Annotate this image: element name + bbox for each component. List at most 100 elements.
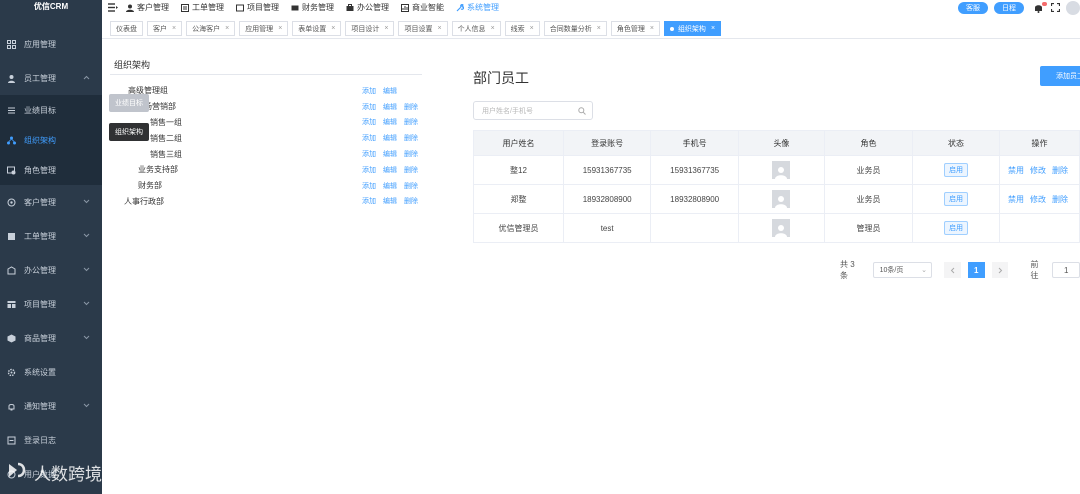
delete-link[interactable]: 删除 — [404, 181, 418, 191]
delete-link[interactable]: 删除 — [404, 117, 418, 127]
edit-link[interactable]: 编辑 — [383, 149, 397, 159]
sidebar-item-customer[interactable]: 客户管理 — [0, 185, 102, 219]
edit-link[interactable]: 编辑 — [383, 133, 397, 143]
close-icon[interactable]: × — [530, 25, 534, 32]
close-icon[interactable]: × — [597, 25, 601, 32]
tree-node[interactable]: 人事行政部 添加 编辑 删除 — [110, 194, 422, 210]
edit-link[interactable]: 修改 — [1030, 166, 1046, 175]
sidebar-subitem-org[interactable]: 组织架构 — [0, 125, 102, 155]
topnav-finance[interactable]: 财务管理 — [291, 2, 334, 13]
sidebar-subitem-target[interactable]: 业绩目标 — [0, 95, 102, 125]
close-icon[interactable]: × — [491, 25, 495, 32]
sidebar-item-settings[interactable]: 系统设置 — [0, 355, 102, 389]
tree-node[interactable]: ▼ 市场营销部 添加编辑删除 — [110, 99, 422, 115]
sidebar-item-login-log[interactable]: 登录日志 — [0, 423, 102, 457]
bell-icon[interactable] — [1034, 1, 1047, 13]
add-link[interactable]: 添加 — [362, 86, 376, 96]
tree-node[interactable]: 销售一组 添加 编辑 删除 — [110, 115, 422, 131]
edit-link[interactable]: 编辑 — [383, 196, 397, 206]
tree-node[interactable]: 销售二组 添加 编辑 删除 — [110, 130, 422, 146]
avatar[interactable] — [1066, 0, 1080, 15]
close-icon[interactable]: × — [384, 25, 388, 32]
edit-link[interactable]: 编辑 — [383, 86, 397, 96]
tag-contract-analysis[interactable]: 合同数量分析 × — [543, 21, 607, 36]
sidebar-item-apps[interactable]: 应用管理 — [0, 27, 102, 61]
tree-node[interactable]: 销售三组 添加 编辑 删除 — [110, 146, 422, 162]
tag-project-design[interactable]: 项目设计 × — [345, 21, 395, 36]
schedule-button[interactable]: 日程 — [994, 1, 1024, 14]
user-icon — [6, 73, 16, 83]
delete-link[interactable]: 删除 — [404, 196, 418, 206]
sidebar-item-staff[interactable]: 员工管理 — [0, 61, 102, 95]
page-number-current[interactable]: 1 — [967, 262, 985, 278]
edit-link[interactable]: 编辑 — [383, 102, 397, 112]
tag-org[interactable]: 组织架构 × — [663, 21, 722, 36]
tag-form-settings[interactable]: 表单设置 × — [292, 21, 342, 36]
delete-link[interactable]: 删除 — [404, 165, 418, 175]
topnav-office[interactable]: 办公管理 — [346, 2, 389, 13]
tag-profile[interactable]: 个人信息 × — [451, 21, 501, 36]
chevron-down-icon — [83, 231, 90, 240]
sidebar-item-notify[interactable]: 通知管理 — [0, 389, 102, 423]
tag-dashboard[interactable]: 仪表盘 — [110, 21, 143, 36]
tag-leads[interactable]: 线索 × — [504, 21, 540, 36]
sidebar-item-ticket[interactable]: 工单管理 — [0, 219, 102, 253]
goods-icon — [6, 333, 16, 343]
tag-app-manage[interactable]: 应用管理 × — [239, 21, 289, 36]
delete-link[interactable]: 删除 — [1052, 195, 1068, 204]
close-icon[interactable]: × — [650, 25, 654, 32]
topnav-project[interactable]: 项目管理 — [236, 2, 279, 13]
delete-link[interactable]: 删除 — [404, 102, 418, 112]
office-icon — [6, 265, 16, 275]
close-icon[interactable]: × — [331, 25, 335, 32]
edit-link[interactable]: 编辑 — [383, 181, 397, 191]
menu-toggle-icon[interactable] — [108, 3, 118, 12]
goto-page-input[interactable]: 1 — [1052, 262, 1080, 278]
add-link[interactable]: 添加 — [362, 149, 376, 159]
delete-link[interactable]: 删除 — [404, 149, 418, 159]
add-link[interactable]: 添加 — [362, 181, 376, 191]
delete-link[interactable]: 删除 — [1052, 166, 1068, 175]
prev-page-button[interactable] — [944, 262, 961, 278]
disable-link[interactable]: 禁用 — [1008, 195, 1024, 204]
topnav-system[interactable]: 系统管理 — [456, 2, 499, 13]
search-input[interactable]: 用户姓名/手机号 — [473, 101, 593, 120]
sidebar-subitem-role[interactable]: 角色管理 — [0, 155, 102, 185]
tag-customer[interactable]: 客户 × — [147, 21, 183, 36]
close-icon[interactable]: × — [711, 25, 715, 32]
delete-link[interactable]: 删除 — [404, 133, 418, 143]
close-icon[interactable]: × — [225, 25, 229, 32]
edit-link[interactable]: 编辑 — [383, 117, 397, 127]
sidebar-item-goods[interactable]: 商品管理 — [0, 321, 102, 355]
sidebar-item-office[interactable]: 办公管理 — [0, 253, 102, 287]
add-link[interactable]: 添加 — [362, 133, 376, 143]
cell-avatar — [737, 213, 825, 243]
edit-link[interactable]: 修改 — [1030, 195, 1046, 204]
topnav-ticket[interactable]: 工单管理 — [181, 2, 224, 13]
fullscreen-icon[interactable] — [1051, 3, 1060, 12]
edit-link[interactable]: 编辑 — [383, 165, 397, 175]
page-size-select[interactable]: 10条/页 ⌄ — [872, 262, 933, 278]
disable-link[interactable]: 禁用 — [1008, 166, 1024, 175]
close-icon[interactable]: × — [278, 25, 282, 32]
add-link[interactable]: 添加 — [362, 196, 376, 206]
tag-project-settings[interactable]: 项目设置 × — [398, 21, 448, 36]
topnav-customer[interactable]: 客户管理 — [126, 2, 169, 13]
tree-node[interactable]: 高级管理组 添加编辑删除 — [110, 83, 422, 99]
close-icon[interactable]: × — [172, 25, 176, 32]
close-icon[interactable]: × — [437, 25, 441, 32]
topnav-bi[interactable]: 商业智能 — [401, 2, 444, 13]
tag-role-manage[interactable]: 角色管理 × — [610, 21, 660, 36]
customer-service-button[interactable]: 客服 — [958, 1, 988, 14]
add-link[interactable]: 添加 — [362, 102, 376, 112]
tree-node[interactable]: 业务支持部 添加 编辑 删除 — [110, 162, 422, 178]
avatar — [772, 190, 791, 208]
sidebar-item-project[interactable]: 项目管理 — [0, 287, 102, 321]
tree-node[interactable]: 财务部 添加 编辑 删除 — [110, 178, 422, 194]
org-panel: 组织架构 高级管理组 添加编辑删除 ▼ 市场营销部 添加编辑删除 销售一组 添加… — [110, 55, 422, 209]
add-employee-button[interactable]: 添加员工 — [1040, 66, 1080, 86]
next-page-button[interactable] — [991, 262, 1009, 278]
add-link[interactable]: 添加 — [362, 165, 376, 175]
tag-public-customer[interactable]: 公海客户 × — [186, 21, 236, 36]
add-link[interactable]: 添加 — [362, 117, 376, 127]
